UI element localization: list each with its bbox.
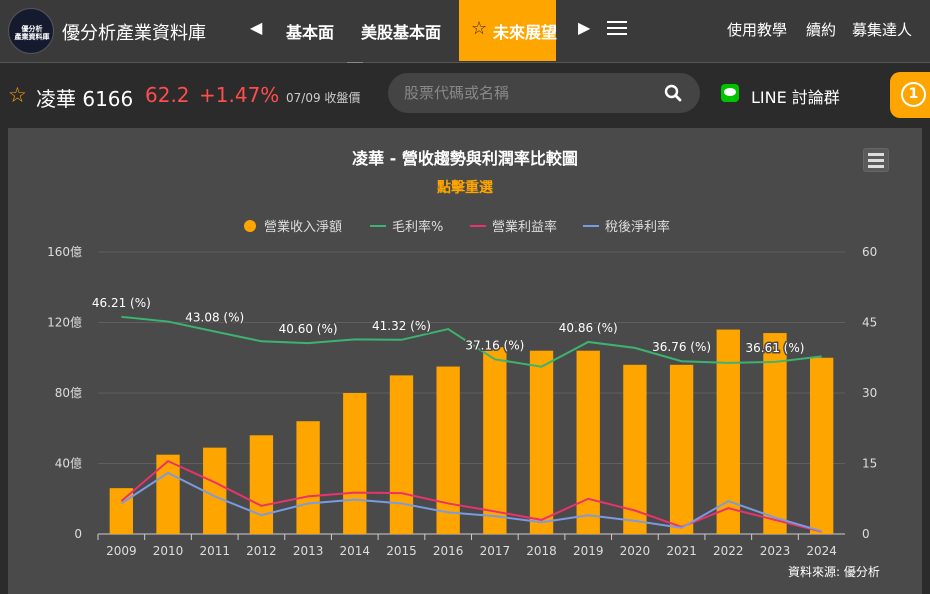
bar-revenue (249, 435, 274, 534)
bar-revenue (763, 333, 787, 534)
x-axis-tick-label: 2021 (666, 544, 697, 558)
legend-item[interactable]: 營業利益率 (492, 219, 557, 235)
x-axis-tick-label: 2023 (760, 544, 791, 558)
bar-revenue (483, 347, 507, 534)
left-axis-tick-label: 80億 (55, 386, 82, 400)
left-axis-tick-label: 160億 (47, 245, 82, 259)
x-axis-tick-label: 2010 (153, 544, 184, 558)
data-label: 43.08 (%) (185, 311, 244, 325)
data-label: 41.32 (%) (372, 319, 431, 333)
x-axis-tick-label: 2013 (293, 544, 324, 558)
left-axis-tick-label: 120億 (47, 316, 82, 330)
x-axis-tick-label: 2016 (433, 544, 464, 558)
right-axis-tick-label: 60 (862, 245, 877, 259)
x-axis-tick-label: 2012 (246, 544, 277, 558)
bar-revenue (389, 375, 414, 534)
legend-item[interactable]: 毛利率% (392, 219, 443, 235)
x-axis-tick-label: 2018 (526, 544, 557, 558)
bar-revenue (529, 350, 554, 534)
x-axis-tick-label: 2024 (806, 544, 837, 558)
data-label: 36.61 (%) (746, 341, 805, 355)
x-axis-tick-label: 2020 (620, 544, 651, 558)
x-axis-tick-label: 2022 (713, 544, 744, 558)
bar-revenue (809, 357, 834, 534)
bar-revenue (669, 364, 694, 534)
bar-revenue (296, 421, 320, 534)
data-label: 46.21 (%) (92, 296, 151, 310)
left-axis-tick-label: 40億 (55, 457, 82, 471)
data-source: 資料來源: 優分析 (788, 565, 880, 579)
bar-revenue (343, 393, 367, 534)
bar-revenue (436, 366, 460, 534)
data-label: 40.60 (%) (279, 322, 338, 336)
x-axis-tick-label: 2019 (573, 544, 604, 558)
bar-revenue (156, 454, 180, 534)
data-label: 40.86 (%) (559, 321, 618, 335)
data-label: 37.16 (%) (465, 338, 524, 352)
left-axis-tick-label: 0 (74, 527, 82, 541)
x-axis-tick-label: 2017 (480, 544, 511, 558)
x-axis-tick-label: 2009 (106, 544, 137, 558)
right-axis-tick-label: 0 (862, 527, 870, 541)
legend-item[interactable]: 營業收入淨額 (264, 219, 342, 235)
chart-svg: 0 40億 80億 120億 160億 0 15 30 45 60 2009 2010 2011 2012… (47, 219, 877, 558)
right-axis-tick-label: 45 (862, 316, 877, 330)
right-axis-tick-label: 30 (862, 386, 877, 400)
x-axis-tick-label: 2011 (199, 544, 230, 558)
data-label: 36.76 (%) (652, 340, 711, 354)
legend-marker (244, 220, 256, 232)
bar-revenue (203, 447, 227, 534)
right-axis-tick-label: 15 (862, 457, 877, 471)
legend-item[interactable]: 稅後淨利率 (605, 219, 670, 235)
x-axis-tick-label: 2015 (386, 544, 417, 558)
bar-revenue (576, 350, 600, 534)
x-axis-tick-label: 2014 (340, 544, 371, 558)
